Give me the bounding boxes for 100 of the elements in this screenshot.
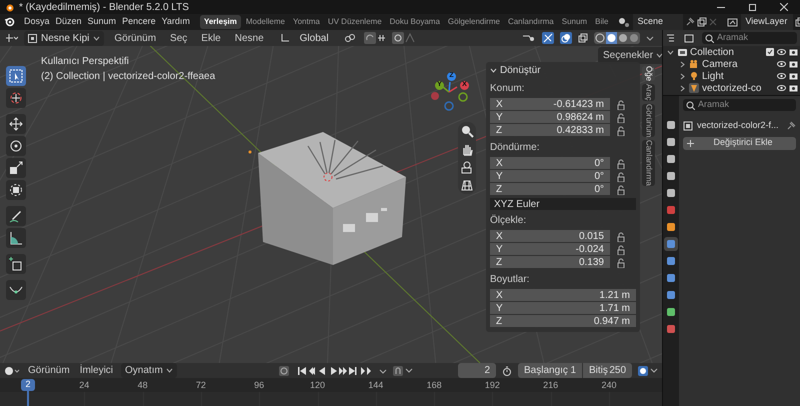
gizmo-icon[interactable] bbox=[542, 32, 554, 44]
menu-item[interactable]: Yardım bbox=[160, 15, 192, 29]
workspace-tab[interactable]: Gölgelendirme bbox=[444, 16, 503, 28]
scene-field[interactable]: Scene bbox=[633, 14, 684, 30]
auto-keying-icon[interactable] bbox=[393, 366, 414, 376]
tool-button[interactable] bbox=[6, 158, 26, 178]
menu-item[interactable]: Nesne bbox=[230, 30, 268, 46]
sidebar-tab[interactable]: Öğe bbox=[642, 66, 655, 82]
mode-dropdown[interactable]: Nesne Kipi bbox=[24, 30, 104, 46]
options-dropdown[interactable]: Seçenekler bbox=[598, 47, 662, 64]
properties-tab[interactable] bbox=[664, 203, 678, 217]
xray-icon[interactable] bbox=[578, 33, 588, 43]
tool-button[interactable] bbox=[6, 280, 26, 300]
current-frame-field[interactable]: 2 bbox=[458, 363, 496, 378]
menu-item[interactable]: İmleyici bbox=[78, 363, 116, 378]
maximize-icon[interactable] bbox=[749, 4, 756, 10]
properties-tab[interactable] bbox=[664, 237, 678, 251]
grid-icon[interactable] bbox=[460, 178, 474, 192]
tool-button[interactable] bbox=[6, 180, 26, 200]
properties-tab[interactable] bbox=[664, 220, 678, 234]
shading-modes-icon[interactable] bbox=[594, 32, 640, 44]
number-field[interactable]: Y 0.98624 m bbox=[490, 111, 610, 123]
zoom-icon[interactable] bbox=[460, 124, 474, 138]
number-field[interactable]: X 0° bbox=[490, 157, 610, 169]
tool-button[interactable] bbox=[6, 114, 26, 134]
menu-item[interactable]: Ekle bbox=[197, 30, 225, 46]
lock-icon[interactable] bbox=[616, 184, 626, 194]
playhead-handle[interactable]: 2 bbox=[21, 379, 35, 391]
number-field[interactable]: Z 0.139 bbox=[490, 256, 610, 268]
properties-tab[interactable] bbox=[664, 322, 678, 336]
visibility-icon[interactable] bbox=[522, 33, 536, 43]
pin-icon[interactable] bbox=[685, 17, 696, 27]
sidebar-tab[interactable]: Araç bbox=[642, 84, 655, 101]
tool-button[interactable] bbox=[6, 88, 26, 108]
orientation-dropdown[interactable]: Global bbox=[296, 30, 338, 46]
copy-icon[interactable] bbox=[697, 17, 708, 27]
properties-tab[interactable] bbox=[664, 169, 678, 183]
workspace-tab[interactable]: UV Düzenleme bbox=[324, 16, 385, 28]
outliner-item[interactable]: Collection bbox=[690, 44, 763, 60]
number-field[interactable]: X 0.015 bbox=[490, 230, 610, 242]
lock-icon[interactable] bbox=[616, 258, 626, 268]
search-field[interactable]: Aramak bbox=[702, 32, 797, 44]
eye-icon[interactable] bbox=[777, 72, 786, 80]
number-field[interactable]: Z 0° bbox=[490, 183, 610, 195]
sync-icon[interactable] bbox=[638, 366, 658, 376]
transform-pivot-icon[interactable] bbox=[4, 33, 18, 43]
overlay-icon[interactable] bbox=[560, 32, 572, 44]
panel-header[interactable]: Dönüştür bbox=[500, 62, 541, 78]
outliner-item[interactable]: Camera bbox=[702, 56, 774, 72]
stopwatch-icon[interactable] bbox=[502, 366, 512, 376]
properties-tab[interactable] bbox=[664, 135, 678, 149]
view-layer-icon[interactable] bbox=[727, 17, 740, 27]
playback-dropdown[interactable]: Oynatım bbox=[121, 363, 177, 378]
menu-item[interactable]: Seç bbox=[166, 30, 192, 46]
number-field[interactable]: Z 0.42833 m bbox=[490, 124, 610, 136]
workspace-tab[interactable]: Modelleme bbox=[242, 16, 288, 28]
lock-icon[interactable] bbox=[616, 126, 626, 136]
scene-icon[interactable] bbox=[617, 16, 632, 28]
keyframe-record-icon[interactable] bbox=[279, 366, 292, 376]
proportional-edit-icon[interactable] bbox=[392, 32, 416, 44]
render-camera-icon[interactable] bbox=[789, 72, 798, 80]
properties-tab[interactable] bbox=[664, 305, 678, 319]
lock-icon[interactable] bbox=[616, 158, 626, 168]
view-layer-field[interactable]: ViewLayer bbox=[741, 14, 794, 30]
search-field[interactable]: Aramak bbox=[683, 99, 796, 111]
camera-icon[interactable] bbox=[460, 160, 474, 174]
snap-icon[interactable] bbox=[364, 32, 386, 44]
outliner-item[interactable]: vectorized-co bbox=[702, 80, 774, 96]
properties-tab[interactable] bbox=[664, 152, 678, 166]
menu-item[interactable]: Görünüm bbox=[110, 30, 160, 46]
workspace-tab[interactable]: Sunum bbox=[558, 16, 590, 28]
eye-icon[interactable] bbox=[777, 84, 786, 92]
tool-button[interactable] bbox=[6, 66, 26, 86]
lock-icon[interactable] bbox=[616, 112, 626, 122]
rotation-mode-dropdown[interactable]: XYZ Euler bbox=[490, 198, 636, 210]
sidebar-tab[interactable]: Görünüm bbox=[642, 104, 655, 137]
number-field[interactable]: X 1.21 m bbox=[490, 289, 636, 301]
properties-tab[interactable] bbox=[664, 254, 678, 268]
tool-button[interactable] bbox=[6, 206, 26, 226]
lock-icon[interactable] bbox=[616, 232, 626, 242]
menu-item[interactable]: Düzen bbox=[54, 15, 84, 29]
lock-icon[interactable] bbox=[616, 100, 626, 110]
properties-tab[interactable] bbox=[664, 271, 678, 285]
workspace-tab[interactable]: Canlandırma bbox=[504, 16, 557, 28]
caret-icon[interactable] bbox=[379, 366, 388, 374]
workspace-tab[interactable]: Doku Boyama bbox=[386, 16, 443, 28]
eye-icon[interactable] bbox=[777, 60, 786, 68]
render-camera-icon[interactable] bbox=[789, 60, 798, 68]
number-field[interactable]: Y 1.71 m bbox=[490, 302, 636, 314]
properties-tab[interactable] bbox=[664, 186, 678, 200]
lock-icon[interactable] bbox=[616, 172, 626, 182]
caret-icon[interactable] bbox=[646, 34, 654, 42]
eye-icon[interactable] bbox=[777, 48, 786, 56]
menu-item[interactable]: Sunum bbox=[86, 15, 118, 29]
menu-item[interactable]: Görünüm bbox=[26, 363, 72, 378]
workspace-tab[interactable]: Yontma bbox=[290, 16, 323, 28]
outliner-item[interactable]: Light bbox=[702, 68, 774, 84]
workspace-tab[interactable]: Bile bbox=[592, 16, 612, 28]
tool-button[interactable] bbox=[6, 254, 26, 274]
properties-tab[interactable] bbox=[664, 288, 678, 302]
